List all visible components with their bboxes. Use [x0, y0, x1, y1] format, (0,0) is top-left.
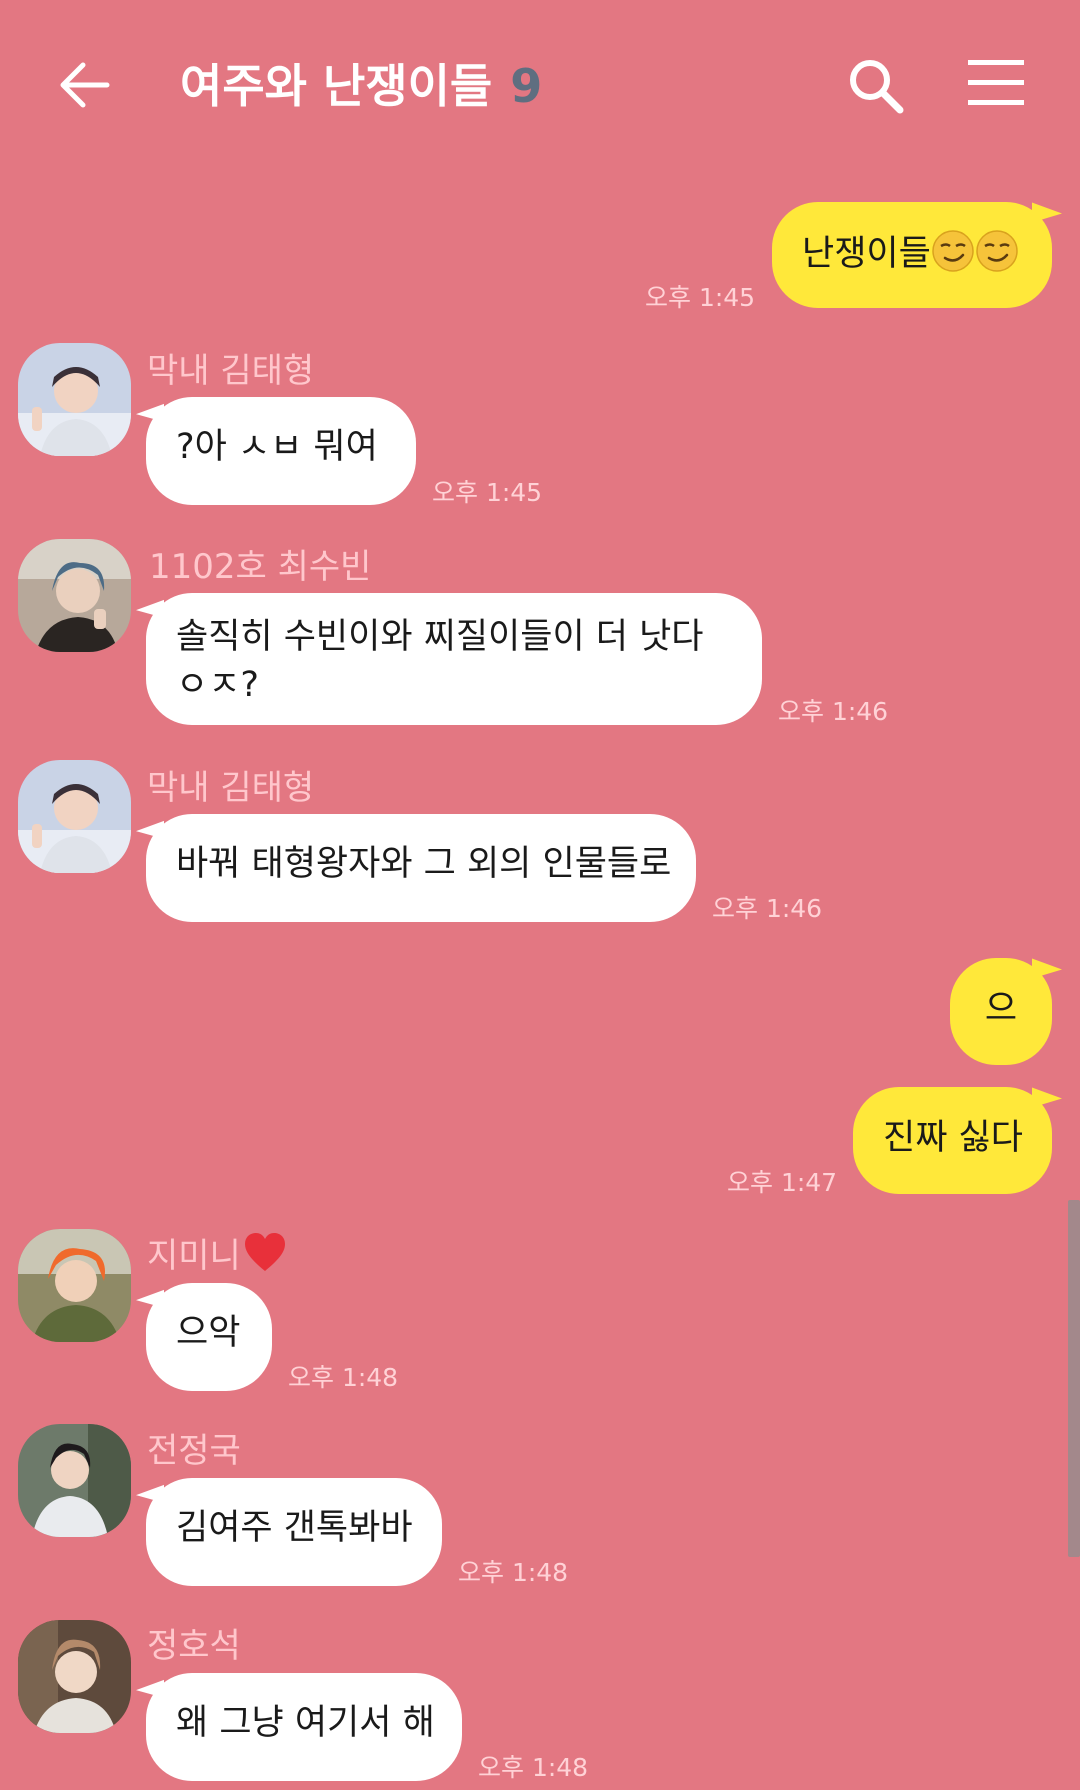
sender-name: 막내 김태형	[147, 768, 315, 808]
message-bubble[interactable]: 왜 그냥 여기서 해	[146, 1673, 462, 1781]
my-message-bubble[interactable]: 난쟁이들	[772, 202, 1052, 308]
message-time: 오후 1:46	[712, 894, 823, 923]
sender-name: 전정국	[147, 1431, 241, 1471]
sender-name-text: 지미니	[147, 1236, 241, 1276]
sender-name: 정호석	[147, 1626, 241, 1666]
message-bubble[interactable]: 솔직히 수빈이와 찌질이들이 더 낫다 ㅇㅈ?	[146, 593, 762, 725]
avatar[interactable]	[18, 1229, 131, 1342]
message-text: ?아 ㅅㅂ 뭐여	[176, 427, 378, 467]
chat-header: 여주와 난쟁이들 9	[0, 0, 1080, 170]
chat-room-name: 여주와 난쟁이들	[180, 59, 493, 113]
avatar[interactable]	[18, 1424, 131, 1537]
red-heart-icon	[243, 1231, 287, 1273]
message-time: 오후 1:48	[478, 1753, 589, 1782]
message-text-line: 솔직히 수빈이와 찌질이들이 더 낫다	[176, 617, 704, 657]
scrollbar[interactable]	[1068, 1200, 1080, 1557]
sender-name: 막내 김태형	[147, 351, 315, 391]
message-text-line: ㅇㅈ?	[176, 665, 259, 705]
avatar[interactable]	[18, 539, 131, 652]
message-time: 오후 1:45	[432, 478, 543, 507]
sender-name: 지미니	[147, 1228, 287, 1277]
menu-icon[interactable]	[968, 58, 1024, 108]
message-bubble[interactable]: 김여주 갠톡봐바	[146, 1478, 442, 1586]
sender-name: 1102호 최수빈	[149, 547, 372, 587]
chat-title: 여주와 난쟁이들 9	[180, 50, 542, 116]
search-icon[interactable]	[845, 55, 907, 117]
my-message-bubble[interactable]: 진짜 싫다	[853, 1087, 1052, 1194]
message-time: 오후 1:47	[727, 1168, 838, 1197]
my-message-bubble[interactable]: 으	[950, 958, 1052, 1065]
message-time: 오후 1:45	[645, 283, 756, 312]
message-time: 오후 1:48	[288, 1363, 399, 1392]
back-arrow-icon[interactable]	[55, 55, 115, 115]
message-text: 진짜 싫다	[883, 1118, 1023, 1158]
message-text: 바꿔 태형왕자와 그 외의 인물들로	[176, 844, 672, 884]
message-bubble[interactable]: 으악	[146, 1283, 272, 1391]
message-text: 왜 그냥 여기서 해	[176, 1703, 435, 1743]
message-text: 난쟁이들	[802, 234, 931, 274]
smirking-face-icon	[975, 229, 1019, 273]
avatar[interactable]	[18, 343, 131, 456]
message-text: 김여주 갠톡봐바	[176, 1508, 413, 1548]
message-text: 으	[984, 989, 1018, 1029]
smirking-face-icon	[931, 229, 975, 273]
message-bubble[interactable]: ?아 ㅅㅂ 뭐여	[146, 397, 416, 505]
member-count: 9	[510, 59, 543, 113]
message-time: 오후 1:48	[458, 1558, 569, 1587]
message-bubble[interactable]: 바꿔 태형왕자와 그 외의 인물들로	[146, 814, 696, 922]
message-time: 오후 1:46	[778, 697, 889, 726]
message-text: 으악	[176, 1313, 241, 1353]
avatar[interactable]	[18, 760, 131, 873]
avatar[interactable]	[18, 1620, 131, 1733]
